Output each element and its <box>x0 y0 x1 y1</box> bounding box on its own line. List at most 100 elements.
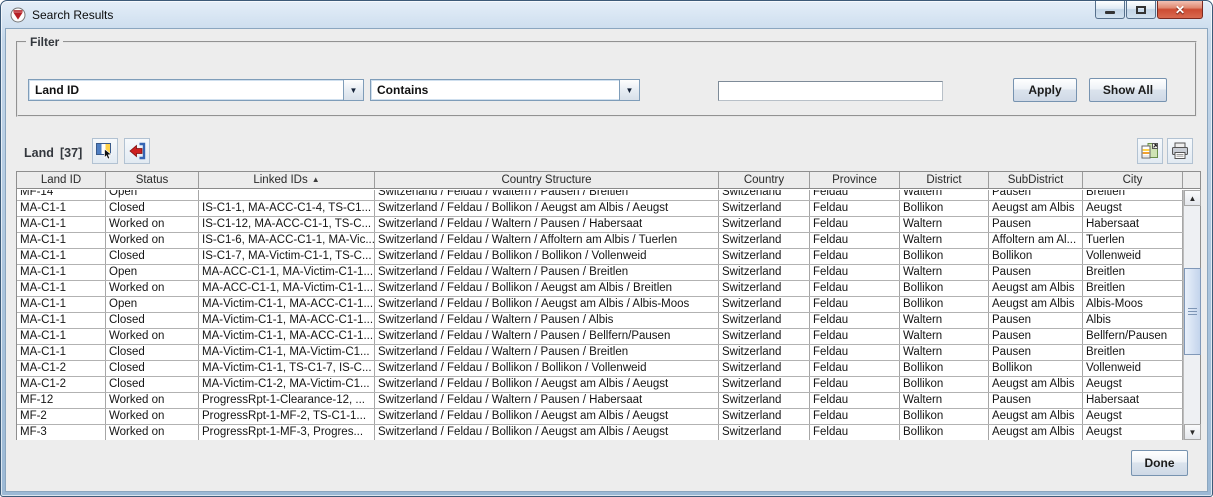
table-cell: Switzerland / Feldau / Bollikon / Aeugst… <box>375 201 719 216</box>
table-cell: Vollenweid <box>1083 249 1183 264</box>
column-header-subdistrict[interactable]: SubDistrict <box>989 172 1083 188</box>
table-cell: Closed <box>106 377 199 392</box>
table-row[interactable]: MF-3Worked onProgressRpt-1-MF-3, Progres… <box>17 425 1183 440</box>
table-cell: IS-C1-1, MA-ACC-C1-4, TS-C1... <box>199 201 375 216</box>
column-header-province[interactable]: Province <box>810 172 900 188</box>
table-row[interactable]: MF-14OpenSwitzerland / Feldau / Waltern … <box>17 190 1183 201</box>
table-cell: Waltern <box>900 329 989 344</box>
column-header-district[interactable]: District <box>900 172 989 188</box>
table-cell: Albis <box>1083 313 1183 328</box>
table-row[interactable]: MA-C1-1ClosedIS-C1-1, MA-ACC-C1-4, TS-C1… <box>17 201 1183 217</box>
scrollbar-thumb[interactable] <box>1184 268 1201 355</box>
table-cell: Aeugst am Albis <box>989 297 1083 312</box>
maximize-icon <box>1136 6 1146 14</box>
table-cell: Worked on <box>106 329 199 344</box>
table-cell: Aeugst <box>1083 201 1183 216</box>
table-cell: Bollikon <box>989 361 1083 376</box>
table-cell: Feldau <box>810 297 900 312</box>
maximize-button[interactable] <box>1126 1 1156 19</box>
table-cell: Switzerland <box>719 281 810 296</box>
table-cell: MA-Victim-C1-1, TS-C1-7, IS-C... <box>199 361 375 376</box>
table-row[interactable]: MA-C1-1Worked onMA-ACC-C1-1, MA-Victim-C… <box>17 281 1183 297</box>
table-cell: Bollikon <box>900 281 989 296</box>
table-row[interactable]: MA-C1-1Worked onIS-C1-6, MA-ACC-C1-1, MA… <box>17 233 1183 249</box>
done-button[interactable]: Done <box>1131 450 1188 476</box>
table-cell: Feldau <box>810 233 900 248</box>
table-row[interactable]: MF-12Worked onProgressRpt-1-Clearance-12… <box>17 393 1183 409</box>
table-cell: Aeugst <box>1083 409 1183 424</box>
table-row[interactable]: MA-C1-2ClosedMA-Victim-C1-1, TS-C1-7, IS… <box>17 361 1183 377</box>
column-header-linked-ids[interactable]: Linked IDs▲ <box>199 172 375 188</box>
table-row[interactable]: MA-C1-1OpenMA-ACC-C1-1, MA-Victim-C1-1..… <box>17 265 1183 281</box>
table-cell: Worked on <box>106 393 199 408</box>
titlebar[interactable]: Search Results ✕ <box>1 1 1212 28</box>
back-arrow-button[interactable] <box>124 138 150 164</box>
export-button[interactable] <box>1137 138 1163 164</box>
table-row[interactable]: MA-C1-2ClosedMA-Victim-C1-2, MA-Victim-C… <box>17 377 1183 393</box>
table-row[interactable]: MA-C1-1OpenMA-Victim-C1-1, MA-ACC-C1-1..… <box>17 297 1183 313</box>
column-header-country[interactable]: Country <box>719 172 810 188</box>
table-cell: MA-Victim-C1-2, MA-Victim-C1... <box>199 377 375 392</box>
column-header-status[interactable]: Status <box>106 172 199 188</box>
table-cell: Feldau <box>810 409 900 424</box>
table-cell: Waltern <box>900 190 989 200</box>
minimize-button[interactable] <box>1095 1 1125 19</box>
table-row[interactable]: MA-C1-1Worked onIS-C1-12, MA-ACC-C1-1, T… <box>17 217 1183 233</box>
filter-operator-value: Contains <box>371 80 619 100</box>
filter-operator-dropdown[interactable]: Contains ▼ <box>370 79 640 101</box>
table-row[interactable]: MA-C1-1ClosedMA-Victim-C1-1, MA-ACC-C1-1… <box>17 313 1183 329</box>
close-button[interactable]: ✕ <box>1157 1 1203 19</box>
table-body-rows: MF-14OpenSwitzerland / Feldau / Waltern … <box>17 190 1183 440</box>
client-area: Filter Land ID ▼ Contains ▼ Apply Show A… <box>5 28 1208 492</box>
export-table-icon <box>1140 141 1160 161</box>
table-cell: Tuerlen <box>1083 233 1183 248</box>
table-cell: Pausen <box>989 190 1083 200</box>
table-cell: Open <box>106 265 199 280</box>
minimize-icon <box>1105 11 1115 14</box>
vertical-scrollbar[interactable]: ▲ ▼ <box>1183 190 1200 440</box>
scroll-up-button[interactable]: ▲ <box>1184 190 1201 206</box>
scroll-down-button[interactable]: ▼ <box>1184 424 1201 440</box>
column-chooser-button[interactable] <box>92 138 118 164</box>
table-cell: Feldau <box>810 377 900 392</box>
table-cell: MA-Victim-C1-1, MA-ACC-C1-1... <box>199 329 375 344</box>
table-cell: Switzerland / Feldau / Bollikon / Aeugst… <box>375 297 719 312</box>
table-cell: Habersaat <box>1083 393 1183 408</box>
table-cell: Switzerland / Feldau / Waltern / Pausen … <box>375 217 719 232</box>
table-cell: Switzerland / Feldau / Waltern / Pausen … <box>375 329 719 344</box>
table-cell: Pausen <box>989 393 1083 408</box>
table-cell: MA-C1-2 <box>17 361 106 376</box>
table-row[interactable]: MA-C1-1ClosedIS-C1-7, MA-Victim-C1-1, TS… <box>17 249 1183 265</box>
filter-field-dropdown[interactable]: Land ID ▼ <box>28 79 364 101</box>
close-icon: ✕ <box>1175 4 1185 16</box>
table-cell: Switzerland <box>719 217 810 232</box>
filter-value-input[interactable] <box>718 81 943 101</box>
show-all-button[interactable]: Show All <box>1089 78 1167 102</box>
table-cell: Switzerland / Feldau / Bollikon / Bollik… <box>375 361 719 376</box>
table-cell: Pausen <box>989 345 1083 360</box>
table-cell: MF-2 <box>17 409 106 424</box>
print-button[interactable] <box>1167 138 1193 164</box>
table-cell: ProgressRpt-1-MF-3, Progres... <box>199 425 375 440</box>
table-cell: MA-C1-1 <box>17 265 106 280</box>
table-body[interactable]: MF-14OpenSwitzerland / Feldau / Waltern … <box>17 190 1183 440</box>
table-row[interactable]: MA-C1-1ClosedMA-Victim-C1-1, MA-Victim-C… <box>17 345 1183 361</box>
table-cell: Bollikon <box>900 249 989 264</box>
table-cell: MA-ACC-C1-1, MA-Victim-C1-1... <box>199 265 375 280</box>
table-row[interactable]: MA-C1-1Worked onMA-Victim-C1-1, MA-ACC-C… <box>17 329 1183 345</box>
table-cell: Waltern <box>900 313 989 328</box>
column-header-city[interactable]: City <box>1083 172 1183 188</box>
column-header-land-id[interactable]: Land ID <box>17 172 106 188</box>
table-row[interactable]: MF-2Worked onProgressRpt-1-MF-2, TS-C1-1… <box>17 409 1183 425</box>
table-cell: Feldau <box>810 201 900 216</box>
chevron-down-icon[interactable]: ▼ <box>343 80 363 100</box>
table-cell: Vollenweid <box>1083 361 1183 376</box>
table-cell: Aeugst am Albis <box>989 377 1083 392</box>
filter-group: Filter Land ID ▼ Contains ▼ Apply Show A… <box>16 35 1197 117</box>
chevron-down-icon[interactable]: ▼ <box>619 80 639 100</box>
apply-button[interactable]: Apply <box>1013 78 1077 102</box>
table-cell: Switzerland <box>719 425 810 440</box>
table-cell: Bollikon <box>900 425 989 440</box>
table-cell: Feldau <box>810 345 900 360</box>
column-header-country-structure[interactable]: Country Structure <box>375 172 719 188</box>
